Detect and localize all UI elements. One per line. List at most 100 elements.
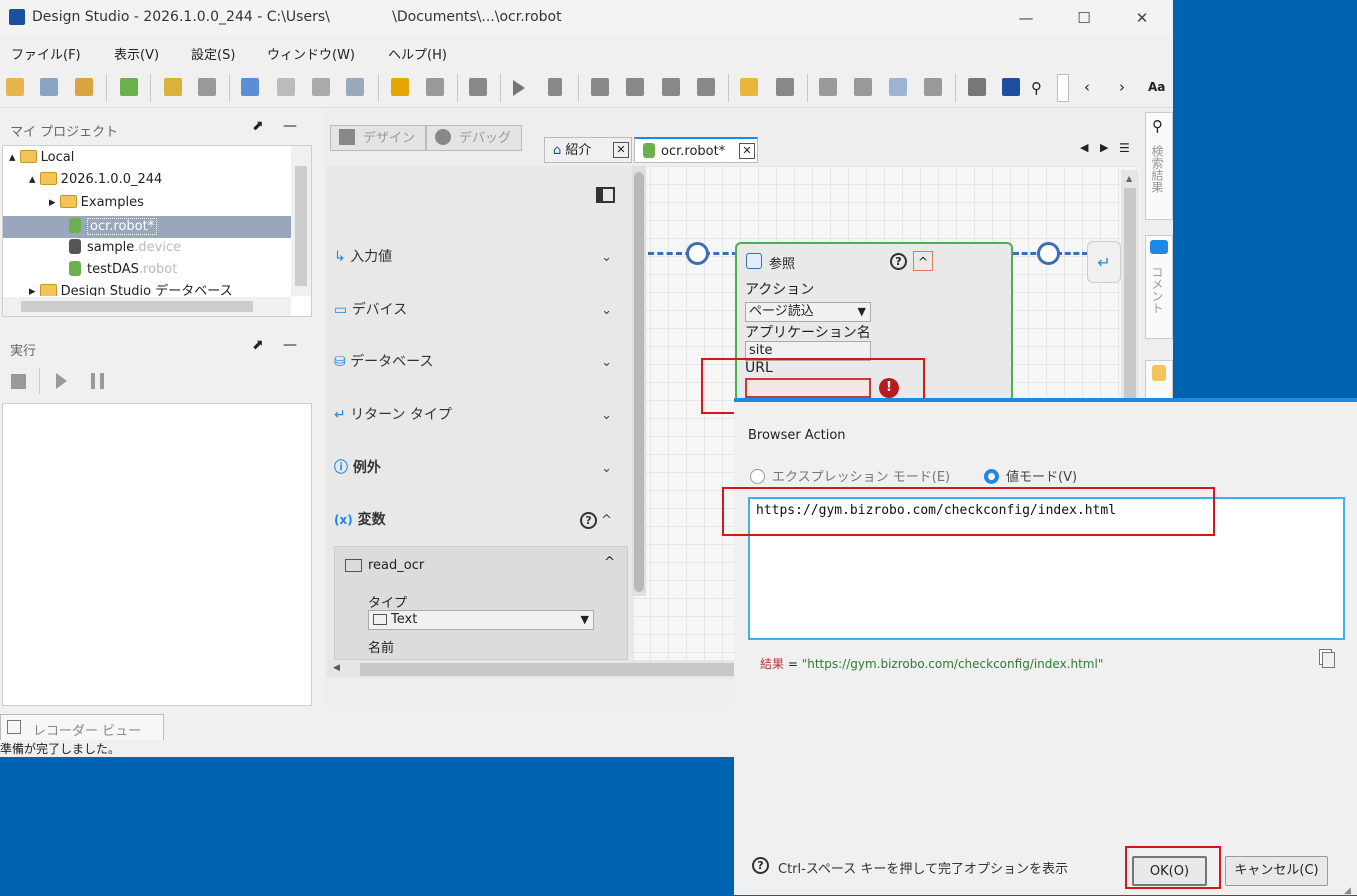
tree-item-local[interactable]: ▴ Local	[9, 147, 74, 169]
save-all-icon[interactable]	[40, 78, 58, 96]
expand-icon[interactable]	[819, 78, 837, 96]
radio-value-label: 値モード(V)	[1006, 470, 1078, 485]
copy-icon[interactable]	[1322, 652, 1335, 668]
step-back-icon[interactable]	[469, 78, 487, 96]
variable-card: read_ocr ^ タイプ Text ▼ 名前	[334, 546, 628, 660]
folder-icon	[39, 172, 57, 185]
menu-window[interactable]: ウィンドウ(W)	[267, 44, 355, 63]
search-icon[interactable]: ⚲	[1031, 79, 1042, 97]
tab-ocr-robot[interactable]: ocr.robot* ✕	[634, 137, 758, 163]
step-tool-2-icon[interactable]	[626, 78, 644, 96]
help-icon[interactable]: ?	[890, 253, 907, 270]
flow-node[interactable]	[1037, 242, 1060, 265]
match-case-icon[interactable]: Aa	[1148, 80, 1165, 94]
minimize-run-panel-icon[interactable]: —	[283, 337, 297, 353]
minimize-panel-icon[interactable]: —	[283, 118, 297, 134]
design-mode-tab[interactable]: デザイン	[330, 125, 426, 151]
cut-icon[interactable]	[241, 78, 259, 96]
section-return-type[interactable]: ↵ リターン タイプ ⌄	[334, 404, 624, 434]
help-icon[interactable]: ?	[580, 512, 597, 529]
shield-icon[interactable]	[968, 78, 986, 96]
menu-help[interactable]: ヘルプ(H)	[388, 44, 447, 63]
run-play-icon[interactable]	[56, 373, 67, 389]
maximize-icon[interactable]: ☐	[1060, 0, 1108, 36]
toolbar-search-input[interactable]	[1057, 74, 1069, 102]
canvas-hscrollbar[interactable]: ◀	[326, 660, 734, 678]
section-database[interactable]: ⛁ データベース ⌄	[334, 351, 624, 381]
close-tab-icon[interactable]: ✕	[739, 143, 755, 159]
recorder-icon	[7, 720, 21, 734]
flow-node[interactable]	[686, 242, 709, 265]
open-icon[interactable]	[6, 78, 24, 96]
collapse-step-icon[interactable]: ^	[913, 251, 933, 271]
side-tab-data[interactable]	[1145, 360, 1173, 400]
play-icon[interactable]	[513, 80, 525, 96]
upload-shield-icon[interactable]	[1002, 78, 1020, 96]
section-variables[interactable]: (x) 変数? ^	[334, 509, 624, 539]
menu-view[interactable]: 表示(V)	[114, 44, 159, 63]
tree-item-ocr-robot[interactable]: ocr.robot*	[3, 216, 291, 238]
tag-icon[interactable]	[740, 78, 758, 96]
maximize-run-panel-icon[interactable]: ⬈	[252, 337, 264, 353]
new-robot-icon[interactable]	[120, 78, 138, 96]
pause-icon[interactable]	[548, 78, 562, 96]
menu-file[interactable]: ファイル(F)	[11, 44, 81, 63]
paste-icon[interactable]	[312, 78, 330, 96]
recorder-view-tab[interactable]: レコーダー ビュー	[0, 714, 164, 740]
step-tool-3-icon[interactable]	[662, 78, 680, 96]
panel-toggle-icon[interactable]	[596, 187, 615, 203]
tree-item-examples[interactable]: ▸ Examples	[49, 192, 144, 214]
delete-icon[interactable]	[346, 78, 364, 96]
redo-icon[interactable]	[198, 78, 216, 96]
radio-value-mode[interactable]: 値モード(V)	[984, 466, 1077, 485]
tree-item-version[interactable]: ▴ 2026.1.0.0_244	[29, 169, 162, 191]
next-icon[interactable]: ›	[1119, 78, 1125, 96]
radio-expression-mode[interactable]: エクスプレッション モード(E)	[750, 466, 950, 485]
action-select[interactable]: ページ読込 ▼	[745, 302, 871, 322]
zoom-fit-icon[interactable]	[924, 78, 942, 96]
close-tab-icon[interactable]: ✕	[613, 142, 629, 158]
tree-item-sample[interactable]: sample.device	[69, 237, 181, 259]
run-stop-icon[interactable]	[11, 374, 26, 389]
capture-icon[interactable]	[776, 78, 794, 96]
maximize-panel-icon[interactable]: ⬈	[252, 118, 264, 134]
center-icon[interactable]	[889, 78, 907, 96]
tree-item-testdas[interactable]: testDAS.robot	[69, 259, 177, 281]
highlight-ok-button	[1125, 846, 1221, 889]
side-tab-comment[interactable]: コメント	[1145, 235, 1173, 339]
tab-intro[interactable]: ⌂ 紹介 ✕	[544, 137, 632, 163]
return-step[interactable]: ↵	[1087, 241, 1121, 283]
tree-hscrollbar[interactable]	[3, 297, 291, 316]
tabs-right-icon[interactable]: ▶	[1100, 141, 1108, 154]
section-exception[interactable]: ⓘ 例外 ⌄	[334, 457, 624, 487]
chevron-up-icon[interactable]: ^	[604, 555, 615, 570]
section-device[interactable]: ▭ デバイス ⌄	[334, 299, 624, 329]
tabs-left-icon[interactable]: ◀	[1080, 141, 1088, 154]
type-select[interactable]: Text ▼	[368, 610, 594, 630]
close-icon[interactable]: ✕	[1118, 0, 1166, 36]
cancel-button[interactable]: キャンセル(C)	[1225, 856, 1328, 886]
collapse-icon[interactable]	[854, 78, 872, 96]
stop-icon[interactable]	[426, 78, 444, 96]
section-input[interactable]: ↳ 入力値 ⌄	[334, 246, 624, 276]
prev-icon[interactable]: ‹	[1084, 78, 1090, 96]
tree-label: Local	[40, 150, 75, 165]
toolbar: ⚲ ‹ › Aa	[0, 68, 1173, 108]
run-pause-icon[interactable]	[91, 373, 104, 389]
props-scrollbar[interactable]	[632, 166, 646, 596]
tabs-list-icon[interactable]: ☰	[1119, 141, 1130, 155]
debug-mode-tab[interactable]: デバッグ	[426, 125, 522, 151]
sync-icon[interactable]	[75, 78, 93, 96]
minimize-icon[interactable]: —	[1002, 0, 1050, 36]
tree-item-database[interactable]: ▸ Design Studio データベース	[29, 282, 233, 296]
step-tool-4-icon[interactable]	[697, 78, 715, 96]
tree-vscrollbar[interactable]	[291, 146, 311, 296]
section-label: 例外	[352, 460, 381, 476]
step-tool-1-icon[interactable]	[591, 78, 609, 96]
undo-icon[interactable]	[164, 78, 182, 96]
run-icon[interactable]	[391, 78, 409, 96]
side-tab-search[interactable]: ⚲ 検索結果	[1145, 112, 1173, 220]
canvas-vscrollbar[interactable]: ▲	[1121, 170, 1139, 398]
menu-settings[interactable]: 設定(S)	[191, 44, 235, 63]
copy-icon[interactable]	[277, 78, 295, 96]
